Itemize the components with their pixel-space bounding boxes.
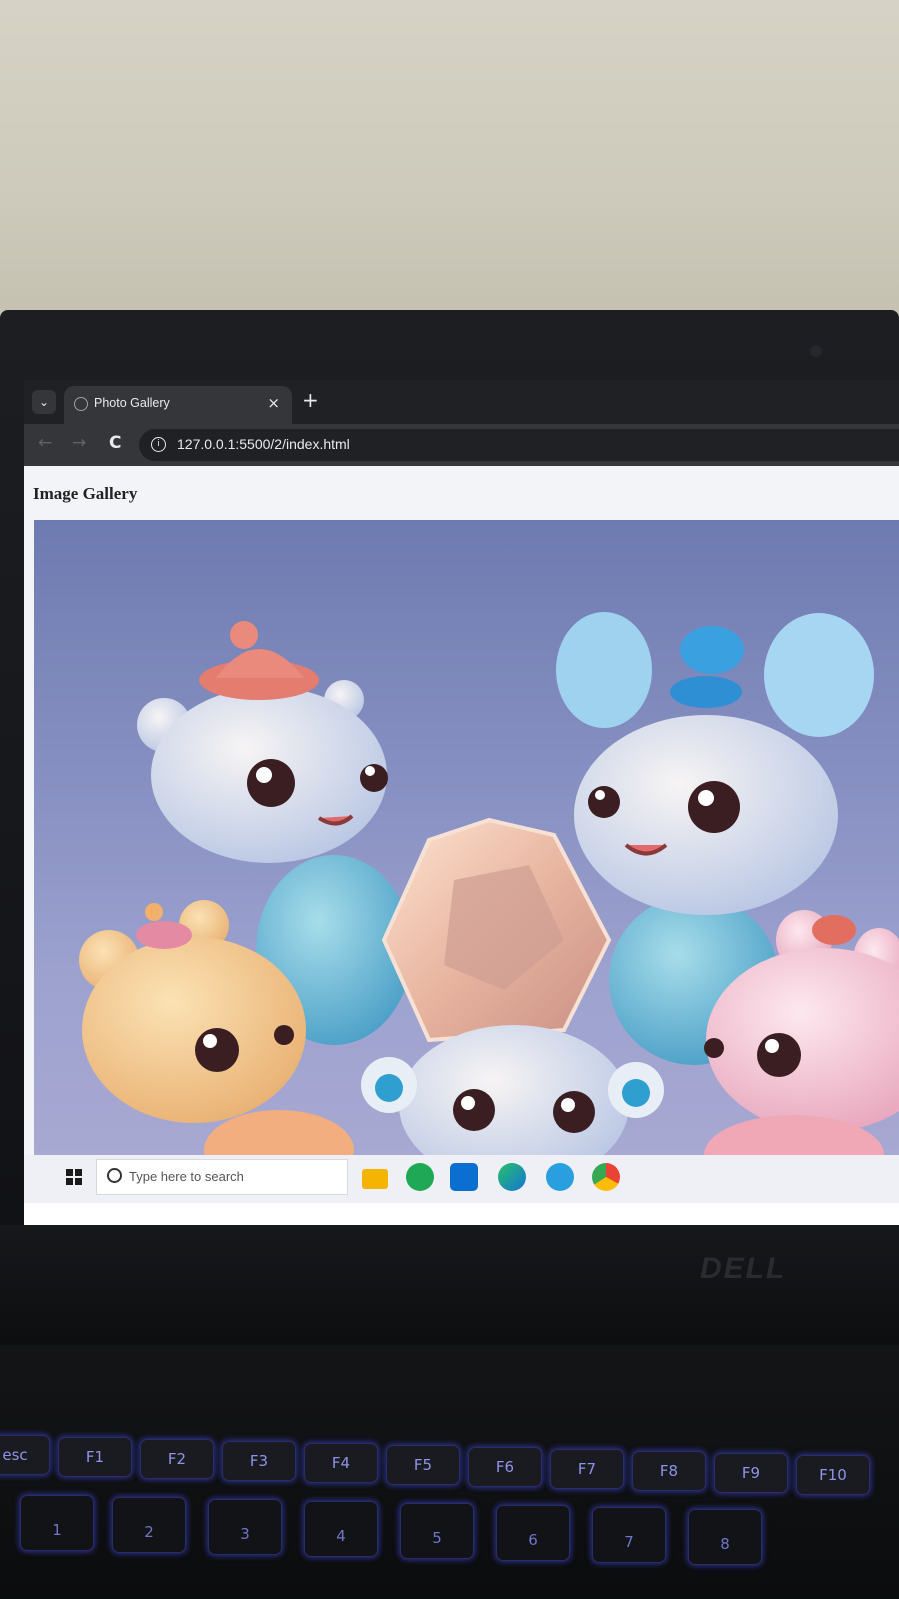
key-f4[interactable]: F4 bbox=[304, 1443, 378, 1483]
key-f3[interactable]: F3 bbox=[222, 1441, 296, 1481]
browser-tab-bar: ⌄ Photo Gallery × + bbox=[24, 380, 899, 424]
tab-close-button[interactable]: × bbox=[267, 394, 280, 412]
chrome-icon[interactable] bbox=[592, 1163, 620, 1191]
key-f7[interactable]: F7 bbox=[550, 1449, 624, 1489]
globe-icon bbox=[74, 397, 88, 411]
gallery-image[interactable] bbox=[34, 520, 899, 1175]
key-8[interactable]: 8 bbox=[688, 1509, 762, 1565]
search-placeholder: Type here to search bbox=[129, 1169, 244, 1184]
key-f10[interactable]: F10 bbox=[796, 1455, 870, 1495]
tab-title: Photo Gallery bbox=[94, 396, 170, 410]
webcam bbox=[810, 345, 822, 357]
key-f6[interactable]: F6 bbox=[468, 1447, 542, 1487]
search-icon bbox=[107, 1168, 122, 1183]
web-page: Image Gallery bbox=[24, 466, 899, 1175]
address-bar[interactable]: i 127.0.0.1:5500/2/index.html bbox=[139, 429, 899, 461]
tab-search-button[interactable]: ⌄ bbox=[32, 390, 56, 414]
key-4[interactable]: 4 bbox=[304, 1501, 378, 1557]
laptop-keyboard: esc F1 F2 F3 F4 F5 F6 F7 F8 F9 F10 1 2 3… bbox=[0, 1345, 899, 1599]
address-url[interactable]: 127.0.0.1:5500/2/index.html bbox=[177, 436, 350, 452]
windows-start-icon[interactable] bbox=[66, 1169, 82, 1185]
page-heading: Image Gallery bbox=[33, 484, 138, 503]
forward-button[interactable]: → bbox=[72, 433, 86, 453]
site-info-icon[interactable]: i bbox=[151, 437, 166, 452]
key-2[interactable]: 2 bbox=[112, 1497, 186, 1553]
key-7[interactable]: 7 bbox=[592, 1507, 666, 1563]
windows-taskbar: Type here to search bbox=[24, 1155, 899, 1203]
vscode-icon[interactable] bbox=[450, 1163, 478, 1191]
monitor-screen: ⌄ Photo Gallery × + ← → C i 127.0.0.1:55… bbox=[24, 380, 899, 1225]
file-explorer-icon[interactable] bbox=[362, 1169, 388, 1189]
key-1[interactable]: 1 bbox=[20, 1495, 94, 1551]
taskbar-search-box[interactable]: Type here to search bbox=[96, 1159, 348, 1195]
key-esc[interactable]: esc bbox=[0, 1435, 50, 1475]
browser-tab-photo-gallery[interactable]: Photo Gallery × bbox=[64, 386, 292, 424]
monitor-brand-logo: DELL bbox=[700, 1252, 787, 1285]
wall-background bbox=[0, 0, 899, 330]
key-f2[interactable]: F2 bbox=[140, 1439, 214, 1479]
back-button[interactable]: ← bbox=[38, 433, 52, 453]
browser-nav-bar: ← → C i 127.0.0.1:5500/2/index.html bbox=[24, 424, 899, 466]
key-f5[interactable]: F5 bbox=[386, 1445, 460, 1485]
key-6[interactable]: 6 bbox=[496, 1505, 570, 1561]
edge-icon[interactable] bbox=[498, 1163, 526, 1191]
new-tab-button[interactable]: + bbox=[302, 388, 319, 412]
whatsapp-icon[interactable] bbox=[406, 1163, 434, 1191]
key-f8[interactable]: F8 bbox=[632, 1451, 706, 1491]
telegram-icon[interactable] bbox=[546, 1163, 574, 1191]
key-5[interactable]: 5 bbox=[400, 1503, 474, 1559]
key-3[interactable]: 3 bbox=[208, 1499, 282, 1555]
cute-creatures-illustration bbox=[79, 612, 899, 1175]
reload-button[interactable]: C bbox=[109, 433, 121, 453]
key-f1[interactable]: F1 bbox=[58, 1437, 132, 1477]
key-f9[interactable]: F9 bbox=[714, 1453, 788, 1493]
